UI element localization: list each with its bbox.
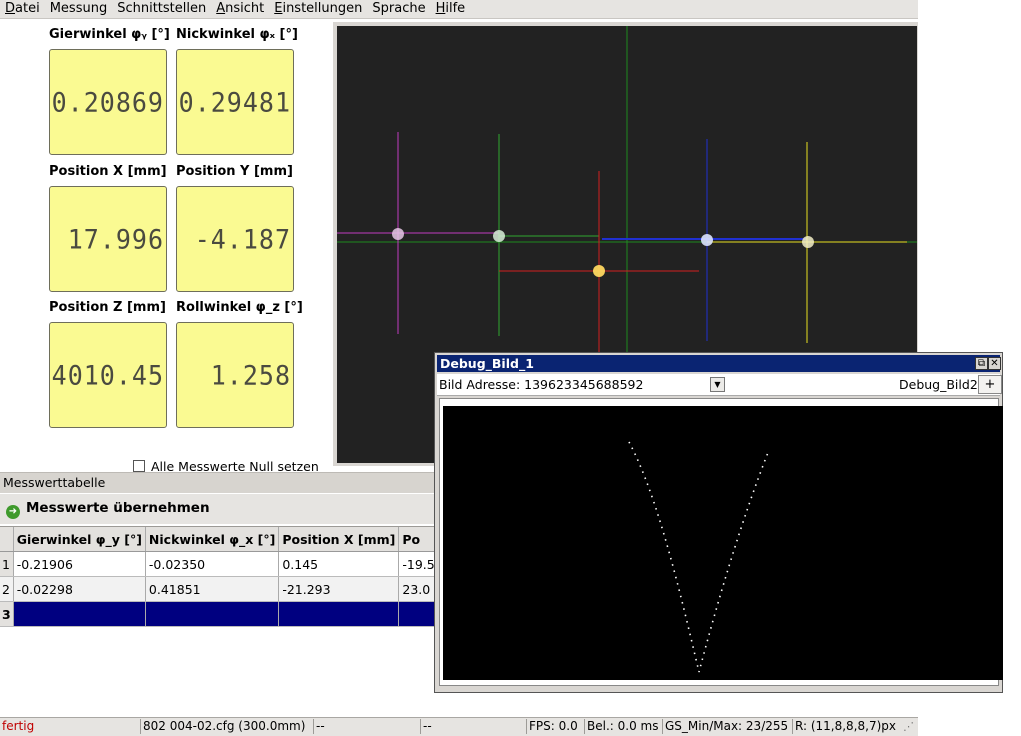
display-position-z: 4010.45 [49, 322, 167, 428]
debug-window-titlebar[interactable]: Debug_Bild_1 ⧉ ✕ [437, 355, 1001, 372]
display-nickwinkel: 0.29481 [176, 49, 294, 155]
table-cell[interactable]: -0.02298 [13, 576, 146, 602]
debug-curve-path [628, 441, 770, 673]
value-gierwinkel: -0.20869 [50, 87, 164, 118]
value-rollwinkel: 1.258 [210, 360, 291, 391]
table-cell[interactable]: -0.21906 [13, 551, 146, 577]
table-row[interactable]: 2 -0.02298 0.41851 -21.293 23.0 [0, 576, 436, 602]
tab-debug-bild2[interactable]: Debug_Bild2 [899, 377, 978, 392]
table-corner[interactable] [0, 527, 14, 552]
label-nickwinkel: Nickwinkel φₓ [°] [176, 27, 298, 42]
menubar: Datei Messung Schnittstellen Ansicht Einstel… [0, 0, 918, 19]
debug-window-title: Debug_Bild_1 [440, 356, 534, 371]
menu-ansicht[interactable]: Ansicht [211, 0, 269, 17]
spot-red [593, 265, 605, 277]
status-exposure: Bel.: 0.0 ms [584, 719, 663, 734]
status-roi: R: (11,8,8,8,7)px [792, 719, 903, 734]
status-bar: fertig 802 004-02.cfg (300.0mm) -- -- FP… [0, 717, 918, 736]
spot-magenta [392, 228, 404, 240]
display-gierwinkel: -0.20869 [49, 49, 167, 155]
table-cell[interactable]: 0.41851 [145, 576, 280, 602]
display-rollwinkel: 1.258 [176, 322, 294, 428]
row-header[interactable]: 1 [0, 551, 14, 577]
status-gs-min-max: GS_Min/Max: 23/255 [662, 719, 793, 734]
take-values-label: Messwerte übernehmen [26, 500, 210, 516]
restore-icon[interactable]: ⧉ [975, 357, 988, 370]
add-tab-button[interactable]: + [978, 375, 1002, 394]
measurement-panel: Gierwinkel φᵧ [°] Nickwinkel φₓ [°] -0.2… [0, 19, 333, 474]
status-fps: FPS: 0.0 [526, 719, 585, 734]
resize-grip-icon[interactable]: ⋰ [903, 720, 914, 733]
menu-hilfe[interactable]: Hilfe [431, 0, 471, 17]
display-position-y: -4.187 [176, 186, 294, 292]
arrow-right-icon: ➜ [6, 505, 20, 519]
table-cell[interactable] [278, 601, 400, 627]
debug-toolbar: Bild Adresse: 139623345688592 ▼ Debug_Bi… [437, 374, 1002, 396]
table-cell[interactable]: 23.0 [398, 576, 436, 602]
value-position-y: -4.187 [194, 224, 291, 255]
row-header[interactable]: 2 [0, 576, 14, 602]
value-nickwinkel: 0.29481 [178, 87, 291, 118]
table-row[interactable]: 1 -0.21906 -0.02350 0.145 -19.5 [0, 551, 436, 577]
value-position-z: 4010.45 [51, 360, 164, 391]
table-cell[interactable]: -19.5 [398, 551, 436, 577]
spot-yellow [802, 236, 814, 248]
take-values-button[interactable]: ➜ Messwerte übernehmen [6, 500, 210, 519]
column-header[interactable]: Position X [mm] [278, 527, 400, 552]
menu-datei[interactable]: Datei [0, 0, 45, 17]
table-row-selected[interactable]: 3 [0, 601, 436, 627]
menu-sprache[interactable]: Sprache [367, 0, 430, 17]
table-title: Messwerttabelle [3, 475, 106, 490]
status-field-3: -- [313, 719, 420, 734]
close-icon[interactable]: ✕ [988, 357, 1001, 370]
table-header-row: Gierwinkel φ_y [°] Nickwinkel φ_x [°] Po… [0, 527, 436, 552]
debug-image [443, 406, 1003, 680]
status-config: 802 004-02.cfg (300.0mm) [140, 719, 313, 734]
spot-blue [701, 234, 713, 246]
table-cell[interactable] [398, 601, 436, 627]
menu-messung[interactable]: Messung [45, 0, 113, 17]
table-dock-title: Messwerttabelle [0, 472, 436, 493]
table-cell[interactable] [145, 601, 280, 627]
label-rollwinkel: Rollwinkel φ_z [°] [176, 300, 303, 315]
table-cell[interactable] [13, 601, 146, 627]
label-position-y: Position Y [mm] [176, 164, 293, 179]
debug-image-frame [439, 398, 1003, 686]
menu-schnittstellen[interactable]: Schnittstellen [112, 0, 211, 17]
display-position-x: 17.996 [49, 186, 167, 292]
table-cell[interactable]: 0.145 [278, 551, 400, 577]
status-field-4: -- [420, 719, 525, 734]
measurement-table: Gierwinkel φ_y [°] Nickwinkel φ_x [°] Po… [0, 526, 436, 717]
label-position-x: Position X [mm] [49, 164, 167, 179]
image-address-label: Bild Adresse: 139623345688592 [439, 377, 644, 392]
debug-curve [628, 441, 770, 673]
table-toolbar: ➜ Messwerte übernehmen [0, 494, 436, 524]
value-position-x: 17.996 [67, 224, 164, 255]
table-cell[interactable]: -0.02350 [145, 551, 280, 577]
spot-green [493, 230, 505, 242]
null-checkbox[interactable] [133, 460, 145, 472]
column-header[interactable]: Nickwinkel φ_x [°] [145, 527, 280, 552]
status-state: fertig [2, 719, 35, 733]
debug-window: Debug_Bild_1 ⧉ ✕ Bild Adresse: 139623345… [434, 352, 1003, 693]
label-gierwinkel: Gierwinkel φᵧ [°] [49, 27, 170, 42]
row-header[interactable]: 3 [0, 601, 14, 627]
menu-einstellungen[interactable]: Einstellungen [269, 0, 367, 17]
column-header[interactable]: Po [398, 527, 436, 552]
table-cell[interactable]: -21.293 [278, 576, 400, 602]
label-position-z: Position Z [mm] [49, 300, 166, 315]
chevron-down-icon[interactable]: ▼ [710, 377, 725, 392]
column-header[interactable]: Gierwinkel φ_y [°] [13, 527, 146, 552]
